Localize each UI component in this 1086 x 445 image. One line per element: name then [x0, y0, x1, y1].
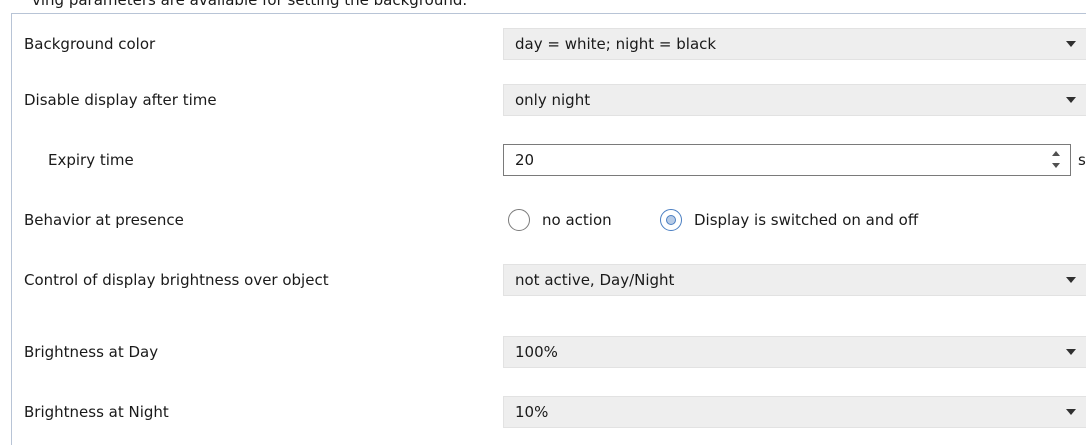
brightness-day-value: 100% — [515, 343, 558, 361]
row-brightness-control: Control of display brightness over objec… — [12, 264, 1086, 298]
row-brightness-day: Brightness at Day 100% — [12, 336, 1086, 370]
spinner-arrows — [1050, 149, 1062, 171]
radio-circle-unchecked[interactable] — [508, 209, 530, 231]
radio-display-switched-label: Display is switched on and off — [694, 211, 919, 229]
radio-circle-checked[interactable] — [660, 209, 682, 231]
expiry-time-value: 20 — [515, 151, 535, 169]
background-color-value: day = white; night = black — [515, 35, 717, 53]
chevron-down-icon — [1066, 349, 1076, 355]
brightness-night-label: Brightness at Night — [24, 403, 169, 421]
expiry-time-spinbox[interactable]: 20 — [503, 144, 1071, 176]
disable-display-value: only night — [515, 91, 591, 109]
header-text-fragment: ving parameters are available for settin… — [0, 0, 1086, 14]
background-color-dropdown[interactable]: day = white; night = black — [503, 28, 1086, 60]
chevron-down-icon — [1066, 97, 1076, 103]
expiry-time-label: Expiry time — [48, 151, 134, 169]
expiry-time-unit: s — [1078, 151, 1086, 169]
row-background-color: Background color day = white; night = bl… — [12, 28, 1086, 62]
chevron-down-icon — [1066, 409, 1076, 415]
header-fragment-text: ving parameters are available for settin… — [32, 0, 468, 9]
parameter-page: ving parameters are available for settin… — [0, 0, 1086, 445]
row-behavior-presence: Behavior at presence no action Display i… — [12, 204, 1086, 238]
brightness-control-dropdown[interactable]: not active, Day/Night — [503, 264, 1086, 296]
chevron-down-icon — [1066, 41, 1076, 47]
brightness-day-dropdown[interactable]: 100% — [503, 336, 1086, 368]
background-color-label: Background color — [24, 35, 156, 53]
row-expiry-time: Expiry time 20 s — [12, 144, 1086, 178]
radio-no-action-label: no action — [542, 211, 612, 229]
behavior-presence-label: Behavior at presence — [24, 211, 184, 229]
disable-display-dropdown[interactable]: only night — [503, 84, 1086, 116]
brightness-night-value: 10% — [515, 403, 549, 421]
row-disable-display: Disable display after time only night — [12, 84, 1086, 118]
disable-display-label: Disable display after time — [24, 91, 217, 109]
brightness-day-label: Brightness at Day — [24, 343, 159, 361]
brightness-control-label: Control of display brightness over objec… — [24, 271, 329, 289]
chevron-down-icon — [1066, 277, 1076, 283]
brightness-night-dropdown[interactable]: 10% — [503, 396, 1086, 428]
panel-top-border — [11, 13, 1086, 14]
brightness-control-value: not active, Day/Night — [515, 271, 675, 289]
row-brightness-night: Brightness at Night 10% — [12, 396, 1086, 430]
spinner-down-icon[interactable] — [1052, 163, 1060, 168]
spinner-up-icon[interactable] — [1052, 151, 1060, 156]
